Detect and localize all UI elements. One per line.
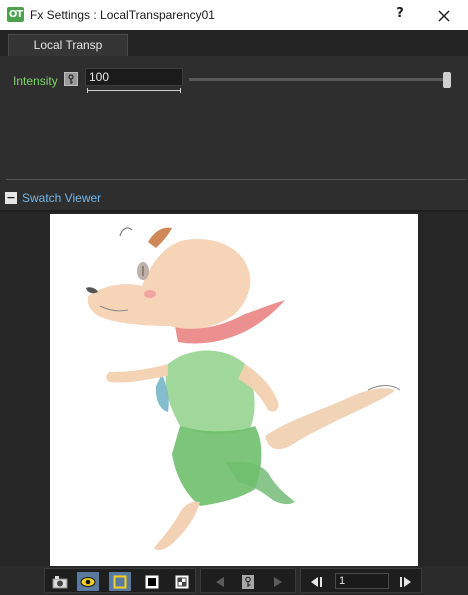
camera-button[interactable] [49,572,71,591]
title-bar: OT Fx Settings : LocalTransparency01 ? [0,0,468,30]
toolbar-left-group [44,568,196,593]
visibility-toggle-button[interactable] [77,572,99,591]
viewer-toolbar: 1 [0,566,468,595]
tab-local-transp[interactable]: Local Transp [8,34,128,56]
first-frame-icon [311,576,322,587]
toolbar-frame-group: 1 [300,568,422,593]
key-icon [242,574,254,589]
first-frame-button[interactable] [305,572,327,591]
close-icon [438,10,450,22]
next-arrow-icon [274,576,282,587]
help-button[interactable]: ? [392,6,408,24]
close-button[interactable] [435,7,453,25]
frame-field[interactable]: 1 [335,573,389,589]
toolbar-key-group [200,568,296,593]
black-bg-button[interactable] [141,572,163,591]
frame-guide-toggle-button[interactable] [109,572,131,591]
prev-key-button[interactable] [209,572,231,591]
last-frame-button[interactable] [395,572,417,591]
swatch-viewer-title[interactable]: Swatch Viewer [22,191,101,205]
window-title: Fx Settings : LocalTransparency01 [30,8,215,22]
last-frame-icon [400,576,411,587]
next-key-button[interactable] [267,572,289,591]
yellow-frame-icon [113,575,127,588]
keyframe-toggle-icon[interactable] [64,72,78,86]
checker-bg-icon [175,575,189,588]
prev-arrow-icon [216,576,224,587]
intensity-slider-track[interactable] [189,78,451,81]
params-panel: Intensity 100 [0,56,468,180]
collapse-button[interactable]: − [5,192,17,204]
intensity-slider-handle[interactable] [443,72,451,88]
field-range-indicator [87,88,181,93]
tab-bar: Local Transp [0,30,468,56]
checker-bg-button[interactable] [171,572,193,591]
intensity-label: Intensity [13,74,58,88]
black-bg-icon [145,575,159,588]
intensity-field[interactable]: 100 [85,68,183,86]
eye-icon [80,576,96,587]
swatch-header: − Swatch Viewer [0,180,468,210]
swatch-viewer [0,212,468,566]
app-logo-icon: OT [7,7,24,22]
key-button[interactable] [237,572,259,591]
camera-icon [52,575,68,588]
preview-canvas[interactable] [50,214,418,566]
preview-image [86,227,401,551]
